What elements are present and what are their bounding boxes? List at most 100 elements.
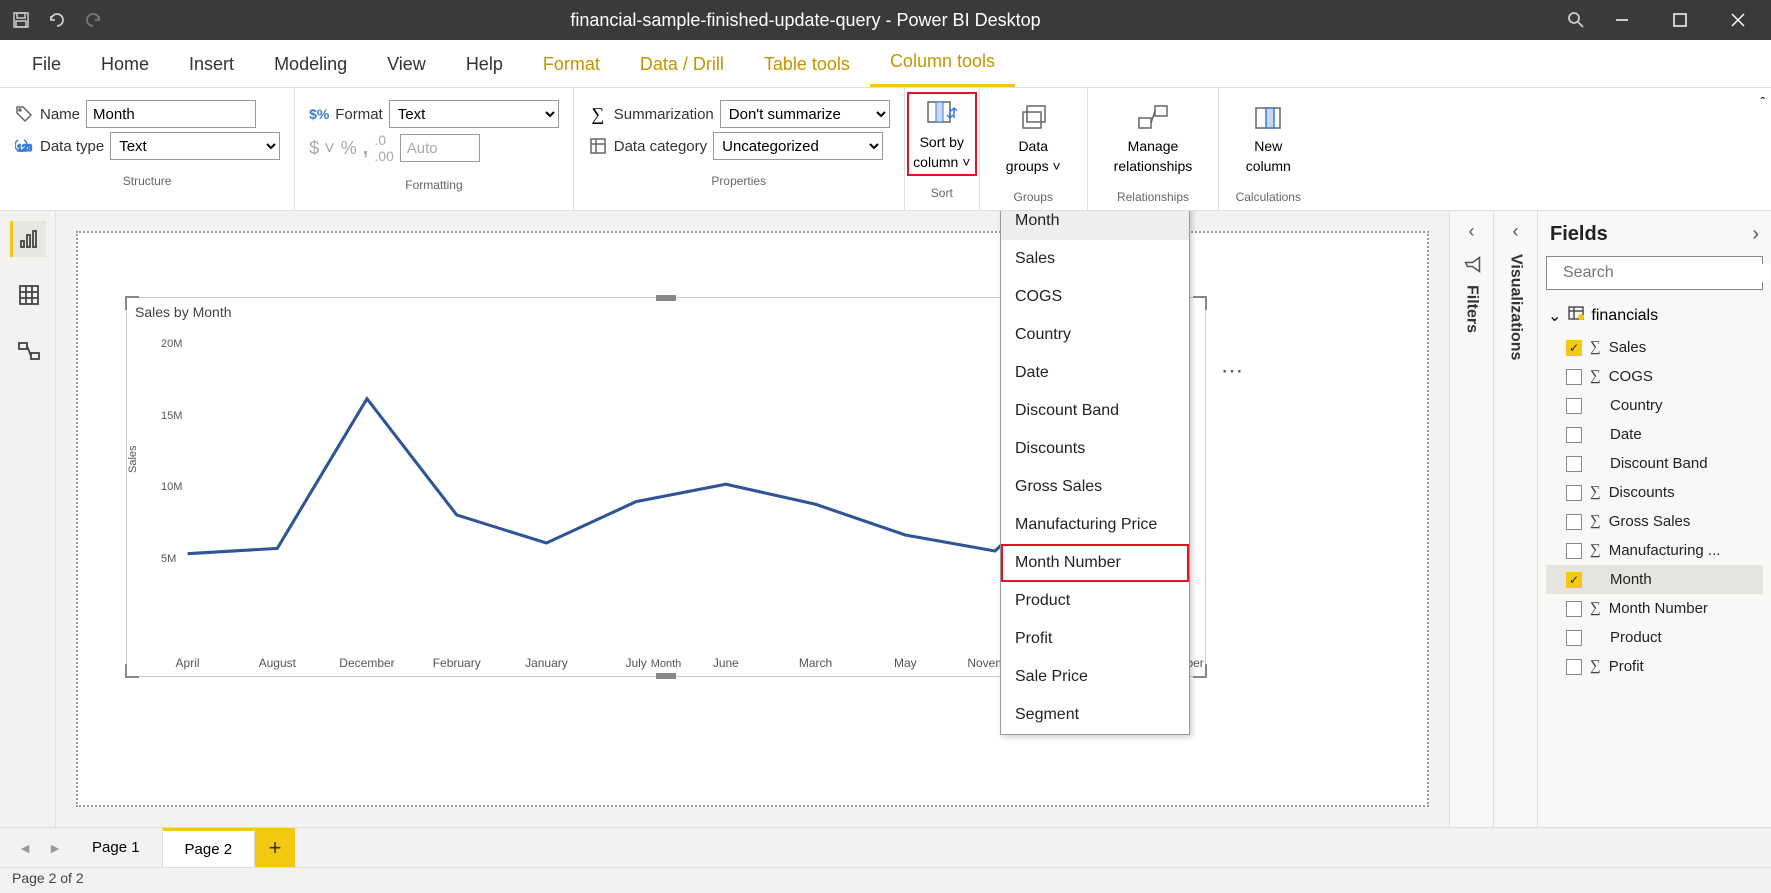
field-row[interactable]: ∑Manufacturing ... — [1546, 536, 1763, 565]
tab-next-button[interactable]: ► — [40, 828, 70, 867]
ribbon-collapse-button[interactable]: ˆ — [1760, 94, 1765, 110]
data-view-button[interactable] — [10, 277, 46, 313]
category-icon — [588, 136, 608, 156]
group-label-formatting: Formatting — [405, 174, 462, 196]
new-column-button[interactable]: New column — [1233, 96, 1303, 180]
field-checkbox[interactable]: ✓ — [1566, 340, 1582, 356]
sort-dropdown-item[interactable]: Sales — [1001, 240, 1189, 278]
group-label-structure: Structure — [123, 170, 172, 192]
sort-dropdown-item[interactable]: Gross Sales — [1001, 468, 1189, 506]
field-checkbox[interactable] — [1566, 514, 1582, 530]
ribbon-group-groups: Data groups ˅ Groups — [980, 88, 1088, 210]
field-name: Profit — [1609, 658, 1644, 675]
summarization-select[interactable]: Don't summarize — [720, 100, 890, 128]
menubar: FileHomeInsertModelingViewHelpFormatData… — [0, 40, 1771, 88]
filters-pane-collapsed[interactable]: ‹ Filters — [1449, 211, 1493, 827]
sort-by-column-button[interactable]: Sort by column ˅ — [907, 92, 977, 176]
field-row[interactable]: ✓∑Sales — [1546, 333, 1763, 362]
field-checkbox[interactable] — [1566, 398, 1582, 414]
chart-xtick: April — [176, 656, 200, 670]
column-name-input[interactable] — [86, 100, 256, 128]
page-tab[interactable]: Page 1 — [70, 828, 163, 867]
tab-prev-button[interactable]: ◄ — [10, 828, 40, 867]
field-checkbox[interactable] — [1566, 659, 1582, 675]
redo-icon[interactable] — [82, 9, 104, 31]
sort-dropdown-item[interactable]: Date — [1001, 354, 1189, 392]
field-row[interactable]: ∑Discounts — [1546, 478, 1763, 507]
fields-search-input[interactable] — [1563, 264, 1770, 282]
field-row[interactable]: Discount Band — [1546, 449, 1763, 478]
close-button[interactable] — [1715, 0, 1761, 40]
statusbar: Page 2 of 2 — [0, 867, 1771, 893]
menu-table-tools[interactable]: Table tools — [744, 42, 870, 87]
sort-dropdown-item[interactable]: COGS — [1001, 278, 1189, 316]
model-view-button[interactable] — [10, 333, 46, 369]
field-checkbox[interactable]: ✓ — [1566, 572, 1582, 588]
ribbon-group-structure: Name 123 Data type Text Structure — [0, 88, 295, 210]
group-label-sort: Sort — [931, 182, 953, 204]
save-icon[interactable] — [10, 9, 32, 31]
percent-icon: % — [341, 138, 357, 159]
sort-dropdown-item[interactable]: Month — [1001, 211, 1189, 240]
sort-dropdown-item[interactable]: Country — [1001, 316, 1189, 354]
sigma-icon: ∑ — [1590, 484, 1601, 501]
menu-home[interactable]: Home — [81, 42, 169, 87]
sort-dropdown-item[interactable]: Profit — [1001, 620, 1189, 658]
search-icon[interactable] — [1565, 9, 1587, 31]
add-page-button[interactable]: + — [255, 828, 295, 867]
menu-column-tools[interactable]: Column tools — [870, 39, 1015, 87]
field-name: Manufacturing ... — [1609, 542, 1721, 559]
menu-data-drill[interactable]: Data / Drill — [620, 42, 744, 87]
undo-icon[interactable] — [46, 9, 68, 31]
sort-dropdown-item[interactable]: Discount Band — [1001, 392, 1189, 430]
field-row[interactable]: Country — [1546, 391, 1763, 420]
menu-view[interactable]: View — [367, 42, 446, 87]
menu-help[interactable]: Help — [446, 42, 523, 87]
field-row[interactable]: ∑COGS — [1546, 362, 1763, 391]
field-row[interactable]: Product — [1546, 623, 1763, 652]
field-checkbox[interactable] — [1566, 369, 1582, 385]
field-checkbox[interactable] — [1566, 485, 1582, 501]
manage-relationships-button[interactable]: Manage relationships — [1102, 96, 1205, 180]
menu-format[interactable]: Format — [523, 42, 620, 87]
field-row[interactable]: Date — [1546, 420, 1763, 449]
format-select[interactable]: Text — [389, 100, 559, 128]
sort-dropdown-item[interactable]: Segment — [1001, 696, 1189, 734]
datacategory-label: Data category — [614, 138, 707, 155]
sort-dropdown-item[interactable]: Month Number — [1001, 544, 1189, 582]
fields-search[interactable] — [1546, 256, 1763, 290]
menu-modeling[interactable]: Modeling — [254, 42, 367, 87]
menu-insert[interactable]: Insert — [169, 42, 254, 87]
field-row[interactable]: ∑Gross Sales — [1546, 507, 1763, 536]
field-name: Gross Sales — [1609, 513, 1691, 530]
minimize-button[interactable] — [1599, 0, 1645, 40]
maximize-button[interactable] — [1657, 0, 1703, 40]
relationships-icon — [1137, 102, 1169, 134]
report-view-button[interactable] — [10, 221, 46, 257]
datatype-select[interactable]: Text — [110, 132, 280, 160]
chevron-right-icon[interactable]: › — [1752, 223, 1759, 246]
sort-dropdown-item[interactable]: Discounts — [1001, 430, 1189, 468]
field-checkbox[interactable] — [1566, 630, 1582, 646]
datacategory-select[interactable]: Uncategorized — [713, 132, 883, 160]
report-canvas[interactable]: ⋯ Sales by Month Sales 5M10M15M20MAprilA… — [56, 211, 1449, 827]
fields-table-node[interactable]: ⌄ financials — [1546, 298, 1763, 333]
menu-file[interactable]: File — [12, 42, 81, 87]
data-groups-button[interactable]: Data groups ˅ — [994, 96, 1073, 180]
field-checkbox[interactable] — [1566, 543, 1582, 559]
sort-dropdown-item[interactable]: Sale Price — [1001, 658, 1189, 696]
visualizations-pane-collapsed[interactable]: ‹ Visualizations — [1493, 211, 1537, 827]
field-checkbox[interactable] — [1566, 427, 1582, 443]
sort-dropdown-item[interactable]: Manufacturing Price — [1001, 506, 1189, 544]
fields-pane: Fields › ⌄ financials ✓∑Sales∑COGSCountr… — [1537, 211, 1771, 827]
sigma-icon: ∑ — [1590, 600, 1601, 617]
field-checkbox[interactable] — [1566, 601, 1582, 617]
field-checkbox[interactable] — [1566, 456, 1582, 472]
field-row[interactable]: ✓Month — [1546, 565, 1763, 594]
field-name: COGS — [1609, 368, 1653, 385]
visual-more-options[interactable]: ⋯ — [1221, 358, 1245, 384]
page-tab[interactable]: Page 2 — [163, 828, 256, 867]
sort-dropdown-item[interactable]: Product — [1001, 582, 1189, 620]
field-row[interactable]: ∑Month Number — [1546, 594, 1763, 623]
field-row[interactable]: ∑Profit — [1546, 652, 1763, 681]
